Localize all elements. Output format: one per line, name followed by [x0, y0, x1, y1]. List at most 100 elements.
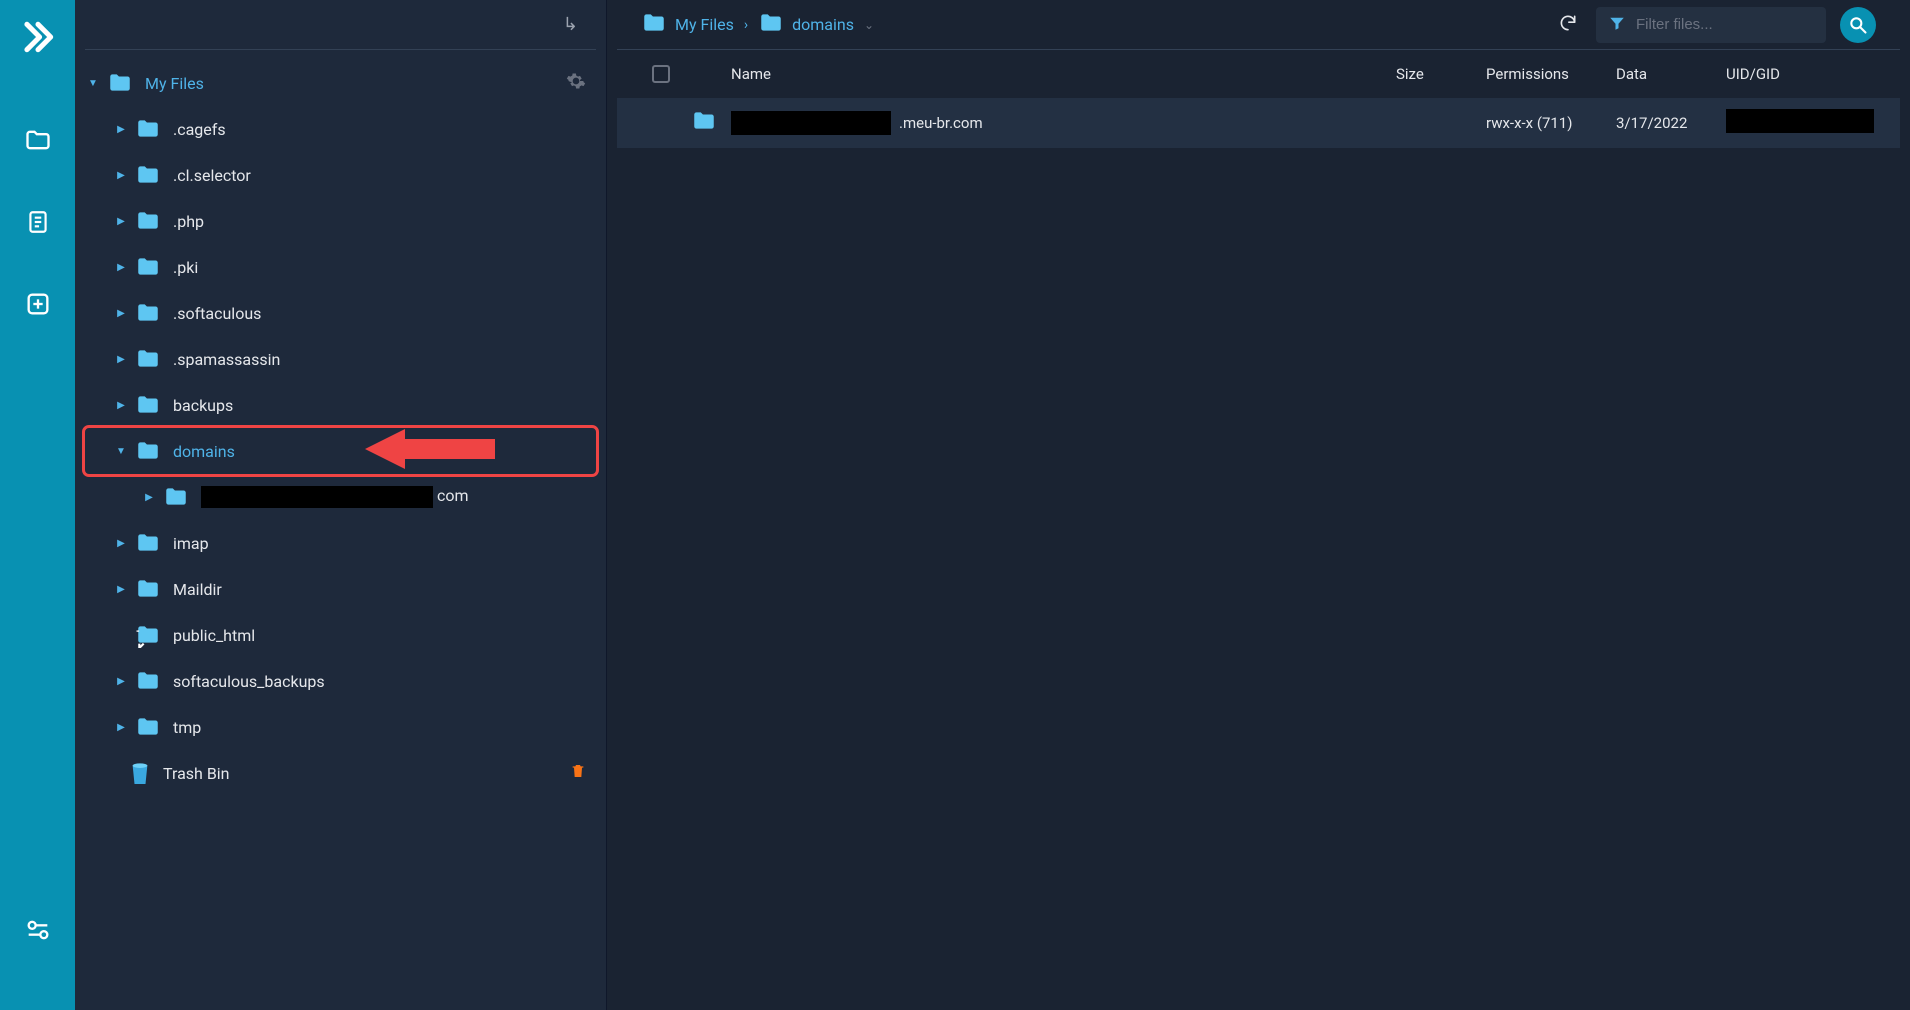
caret-right-icon[interactable]: [113, 354, 129, 365]
cell-uid: [1726, 109, 1886, 137]
folder-icon: [135, 392, 161, 418]
breadcrumb-label: My Files: [675, 15, 734, 34]
app-logo[interactable]: [19, 18, 57, 60]
caret-right-icon[interactable]: [141, 492, 157, 503]
tree-item-label: com: [201, 486, 469, 508]
caret-right-icon[interactable]: [113, 216, 129, 227]
table-header: Name Size Permissions Data UID/GID: [617, 50, 1900, 98]
col-name[interactable]: Name: [731, 65, 1396, 83]
search-icon: [1848, 15, 1868, 35]
filter-input[interactable]: [1636, 16, 1814, 33]
rail-notes[interactable]: [16, 200, 60, 244]
col-uid[interactable]: UID/GID: [1726, 65, 1886, 83]
tree-item-.cagefs[interactable]: .cagefs: [85, 106, 596, 152]
tree-trash-bin[interactable]: Trash Bin: [85, 750, 596, 796]
tree-item-tmp[interactable]: tmp: [85, 704, 596, 750]
refresh-button[interactable]: [1554, 9, 1582, 41]
file-tree: My Files .cagefs .cl.selector .php .pki .sof…: [75, 50, 606, 1010]
rail-add[interactable]: [16, 282, 60, 326]
caret-down-icon[interactable]: [85, 78, 101, 89]
tree-item-backups[interactable]: backups: [85, 382, 596, 428]
cell-permissions: rwx-x-x (711): [1486, 114, 1616, 132]
logo-icon: [19, 18, 57, 56]
caret-down-icon[interactable]: [113, 446, 129, 457]
sidebar-top-bar: ↳: [85, 0, 596, 50]
cell-date: 3/17/2022: [1616, 114, 1726, 132]
header-actions: [1554, 7, 1876, 43]
tree-item-label: .pki: [173, 258, 198, 277]
breadcrumb-domains[interactable]: domains ⌄: [758, 10, 874, 40]
rail-settings[interactable]: [16, 908, 60, 952]
tree-item-softaculous_backups[interactable]: softaculous_backups: [85, 658, 596, 704]
folder-outline-icon: [24, 126, 52, 154]
col-date[interactable]: Data: [1616, 65, 1726, 83]
tree-item-Maildir[interactable]: Maildir: [85, 566, 596, 612]
folder-icon: [641, 10, 667, 40]
breadcrumb-my-files[interactable]: My Files: [641, 10, 734, 40]
folder-icon: [135, 346, 161, 372]
folder-icon: [135, 300, 161, 326]
tree-item-imap[interactable]: imap: [85, 520, 596, 566]
caret-right-icon[interactable]: [113, 538, 129, 549]
trash-bin-icon: [129, 760, 151, 786]
tree-item-.spamassassin[interactable]: .spamassassin: [85, 336, 596, 382]
tree-root-my-files[interactable]: My Files: [85, 60, 596, 106]
filter-wrap: [1596, 7, 1826, 43]
refresh-icon: [1558, 13, 1578, 33]
caret-right-icon[interactable]: [113, 676, 129, 687]
tree-item-label: .softaculous: [173, 304, 261, 323]
document-icon: [25, 209, 51, 235]
tree-root-label: My Files: [145, 74, 204, 93]
filter-icon: [1608, 14, 1626, 36]
caret-right-icon[interactable]: [113, 124, 129, 135]
tree-item-public_html[interactable]: public_html: [85, 612, 596, 658]
file-tree-panel: ↳ My Files .cagefs .cl.selector .php .pki .s…: [75, 0, 607, 1010]
folder-icon: [135, 208, 161, 234]
folder-icon: [135, 576, 161, 602]
cell-name: .meu-br.com: [731, 111, 1396, 135]
rail-files[interactable]: [16, 118, 60, 162]
tree-item-label: Maildir: [173, 580, 222, 599]
gear-icon[interactable]: [566, 71, 586, 95]
table-row[interactable]: .meu-br.com rwx-x-x (711)3/17/2022: [617, 98, 1900, 148]
tree-item-label: .php: [173, 212, 204, 231]
redacted-text: [1726, 109, 1874, 133]
tree-trash-label: Trash Bin: [163, 764, 230, 783]
chevron-down-icon[interactable]: ⌄: [864, 18, 874, 32]
file-table: Name Size Permissions Data UID/GID .meu-…: [607, 50, 1910, 1010]
cell-name-suffix: .meu-br.com: [899, 114, 983, 132]
tree-item-domains[interactable]: domains: [85, 428, 596, 474]
tree-item-.softaculous[interactable]: .softaculous: [85, 290, 596, 336]
return-icon[interactable]: ↳: [563, 14, 578, 35]
col-perm[interactable]: Permissions: [1486, 65, 1616, 83]
select-all-checkbox[interactable]: [652, 65, 670, 83]
breadcrumb: My Files›domains⌄: [641, 10, 1542, 40]
breadcrumb-label: domains: [792, 15, 854, 34]
redacted-text: [201, 486, 433, 508]
nav-rail: [0, 0, 75, 1010]
tree-item-redacted-8[interactable]: com: [85, 474, 596, 520]
caret-right-icon[interactable]: [113, 308, 129, 319]
caret-right-icon[interactable]: [113, 400, 129, 411]
caret-right-icon[interactable]: [113, 170, 129, 181]
tree-item-label: .cagefs: [173, 120, 226, 139]
folder-icon: [135, 116, 161, 142]
tree-item-.php[interactable]: .php: [85, 198, 596, 244]
tree-item-label: .cl.selector: [173, 166, 251, 185]
tree-item-.pki[interactable]: .pki: [85, 244, 596, 290]
sliders-icon: [24, 916, 52, 944]
caret-right-icon[interactable]: [113, 262, 129, 273]
tree-item-label: .spamassassin: [173, 350, 280, 369]
highlight-arrow: [365, 423, 495, 479]
col-size[interactable]: Size: [1396, 65, 1486, 83]
tree-item-label: imap: [173, 534, 209, 553]
folder-icon: [107, 70, 133, 96]
caret-right-icon[interactable]: [113, 584, 129, 595]
caret-right-icon[interactable]: [113, 722, 129, 733]
tree-item-label: public_html: [173, 626, 255, 645]
tree-item-.cl.selector[interactable]: .cl.selector: [85, 152, 596, 198]
main-panel: My Files›domains⌄: [607, 0, 1910, 1010]
folder-icon: [135, 438, 161, 464]
search-button[interactable]: [1840, 7, 1876, 43]
delete-icon[interactable]: [570, 762, 586, 784]
